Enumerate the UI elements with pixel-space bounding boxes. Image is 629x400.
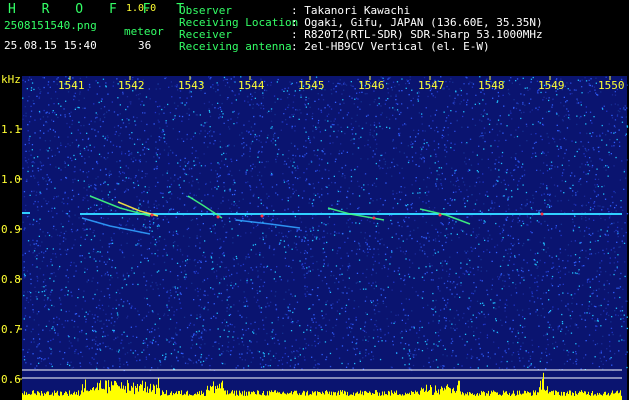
- y-tick-label: 0.9: [1, 223, 21, 236]
- x-tick-label: 1547: [418, 79, 445, 92]
- spectrogram: [18, 76, 629, 400]
- x-tick-label: 1546: [358, 79, 385, 92]
- echo-peak: [150, 213, 154, 217]
- plot-background: [22, 76, 627, 400]
- y-axis-unit: kHz: [1, 73, 21, 86]
- x-tick-label: 1542: [118, 79, 145, 92]
- echo-peak: [260, 214, 264, 218]
- x-tick-label: 1548: [478, 79, 505, 92]
- y-tick-label: 0.6: [1, 373, 21, 386]
- y-tick-label: 0.8: [1, 273, 21, 286]
- y-tick-label: 1.1: [1, 123, 21, 136]
- hrofft-window: H R O F F T 1.0.0 2508151540.png 25.08.1…: [0, 0, 629, 400]
- echo-peak: [216, 215, 220, 219]
- echo-peak: [372, 216, 376, 220]
- echo-peak: [540, 212, 544, 216]
- x-tick-label: 1549: [538, 79, 565, 92]
- x-tick-label: 1541: [58, 79, 85, 92]
- x-tick-label: 1544: [238, 79, 265, 92]
- x-tick-label: 1545: [298, 79, 325, 92]
- x-tick-label: 1543: [178, 79, 205, 92]
- y-tick-label: 1.0: [1, 173, 21, 186]
- echo-peak: [438, 213, 442, 217]
- y-tick-label: 0.7: [1, 323, 21, 336]
- x-tick-label: 1550: [598, 79, 625, 92]
